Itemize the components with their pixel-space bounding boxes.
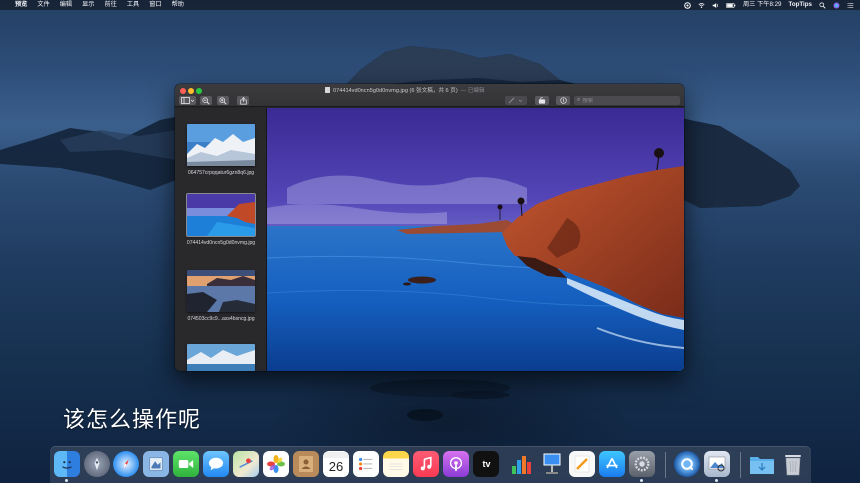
- sidebar-toggle-button[interactable]: [179, 96, 196, 105]
- tv-icon[interactable]: tv: [473, 451, 499, 477]
- system-preferences-icon[interactable]: [629, 451, 655, 477]
- thumbnail-caption: 074414vd0ncn5g0d0nvmg.jpg: [186, 240, 256, 246]
- thumbnail-image-coast[interactable]: [186, 193, 256, 237]
- search-input[interactable]: [582, 97, 673, 104]
- keynote-icon[interactable]: [539, 451, 565, 477]
- window-titlebar[interactable]: 074414vd0ncn5g0d0nvmg.jpg (6 张文稿，共 6 页) …: [175, 84, 684, 107]
- status-circle-icon[interactable]: [684, 1, 691, 9]
- zoom-out-icon: [202, 96, 210, 105]
- thumbnail-sidebar[interactable]: 064757crpqqatur6gzn8q6.jpg 074414vd0ncn5…: [175, 108, 266, 371]
- menu-help[interactable]: 帮助: [172, 0, 184, 10]
- reminders-icon[interactable]: [353, 451, 379, 477]
- launchpad-icon[interactable]: [84, 451, 110, 477]
- menubar-clock[interactable]: 周三 下午8:29: [743, 0, 782, 10]
- markup-pen-icon: [508, 97, 523, 104]
- notification-center-icon[interactable]: [847, 2, 854, 9]
- menu-tools[interactable]: 工具: [127, 0, 139, 10]
- menu-edit[interactable]: 编辑: [60, 0, 72, 10]
- battery-icon[interactable]: [726, 2, 736, 9]
- annotate-button[interactable]: [556, 96, 570, 105]
- podcasts-icon[interactable]: [443, 451, 469, 477]
- window-title: 074414vd0ncn5g0d0nvmg.jpg (6 张文稿，共 6 页) …: [325, 86, 575, 94]
- dock: 26 tv: [50, 446, 811, 483]
- window-edited-status: — 已编辑: [460, 88, 485, 94]
- finder-icon[interactable]: [54, 451, 80, 477]
- video-subtitle: 该怎么操作呢: [63, 408, 202, 433]
- volume-icon[interactable]: [712, 2, 719, 9]
- contacts-icon[interactable]: [293, 451, 319, 477]
- menu-bar: 预览 文件 编辑 显示 前往 工具 窗口 帮助 周三 下午8:29 TopTip…: [0, 0, 860, 10]
- thumbnail-item-selected[interactable]: 074414vd0ncn5g0d0nvmg.jpg: [186, 193, 256, 246]
- spotlight-icon[interactable]: [819, 1, 826, 9]
- thumbnail-image-sunset-rocks[interactable]: [187, 270, 255, 312]
- thumbnail-item[interactable]: 074503cc9c9...ass4bsncg.jpg: [187, 270, 255, 322]
- running-indicator: [640, 479, 643, 482]
- menubar-user[interactable]: TopTips: [789, 0, 813, 10]
- thumbnail-caption: 074503cc9c9...ass4bsncg.jpg: [187, 316, 255, 322]
- calendar-icon[interactable]: 26: [323, 451, 349, 477]
- music-icon[interactable]: [413, 451, 439, 477]
- zoom-out-button[interactable]: [200, 96, 212, 105]
- coastal-cliff-photo: [267, 108, 684, 371]
- window-title-text: 074414vd0ncn5g0d0nvmg.jpg (6 张文稿，共 6 页): [333, 88, 458, 94]
- main-image-view[interactable]: [267, 108, 684, 371]
- numbers-icon[interactable]: [509, 451, 535, 477]
- menu-go[interactable]: 前往: [105, 0, 117, 10]
- preview-icon[interactable]: [704, 451, 730, 477]
- dock-separator: [665, 452, 666, 478]
- running-indicator: [65, 479, 68, 482]
- notes-icon[interactable]: [383, 451, 409, 477]
- downloads-folder-icon[interactable]: [749, 451, 775, 477]
- thumbnail-image-mountains[interactable]: [187, 124, 255, 166]
- trash-icon[interactable]: [780, 451, 806, 477]
- window-zoom-button[interactable]: [196, 87, 202, 94]
- window-minimize-button[interactable]: [188, 87, 194, 94]
- quicktime-icon[interactable]: [674, 451, 700, 477]
- app-store-icon[interactable]: [599, 451, 625, 477]
- wifi-icon[interactable]: [698, 2, 705, 9]
- menu-file[interactable]: 文件: [37, 0, 49, 10]
- pages-icon[interactable]: [569, 451, 595, 477]
- tv-label: tv: [482, 459, 491, 469]
- markup-button[interactable]: [505, 96, 527, 105]
- search-field[interactable]: ⌕: [574, 96, 680, 105]
- annotate-icon: [559, 97, 567, 104]
- messages-icon[interactable]: [203, 451, 229, 477]
- running-indicator: [715, 479, 718, 482]
- dock-separator: [740, 452, 741, 478]
- siri-icon[interactable]: [833, 2, 840, 9]
- menu-window[interactable]: 窗口: [149, 0, 161, 10]
- menu-app-name[interactable]: 预览: [15, 0, 27, 10]
- thumbnail-item[interactable]: 064757crpqqatur6gzn8q6.jpg: [187, 124, 255, 176]
- preview-window: 074414vd0ncn5g0d0nvmg.jpg (6 张文稿，共 6 页) …: [175, 84, 684, 371]
- thumbnail-caption: 064757crpqqatur6gzn8q6.jpg: [187, 170, 255, 176]
- sidebar-icon: [181, 97, 195, 104]
- rotate-icon: [538, 97, 546, 104]
- document-icon: [325, 87, 330, 93]
- rotate-button[interactable]: [535, 96, 549, 105]
- search-icon: ⌕: [577, 97, 581, 103]
- calendar-day: 26: [328, 459, 344, 474]
- window-close-button[interactable]: [180, 87, 186, 94]
- menu-view[interactable]: 显示: [82, 0, 94, 10]
- facetime-icon[interactable]: [173, 451, 199, 477]
- thumbnail-item[interactable]: [187, 344, 255, 371]
- share-button[interactable]: [237, 96, 249, 105]
- share-icon: [239, 96, 247, 105]
- mail-stamp-icon[interactable]: [143, 451, 169, 477]
- thumbnail-image-lake-mountains[interactable]: [187, 344, 255, 371]
- maps-icon[interactable]: [233, 451, 259, 477]
- zoom-in-icon: [219, 96, 227, 105]
- zoom-in-button[interactable]: [217, 96, 229, 105]
- safari-icon[interactable]: [113, 451, 139, 477]
- photos-icon[interactable]: [263, 451, 289, 477]
